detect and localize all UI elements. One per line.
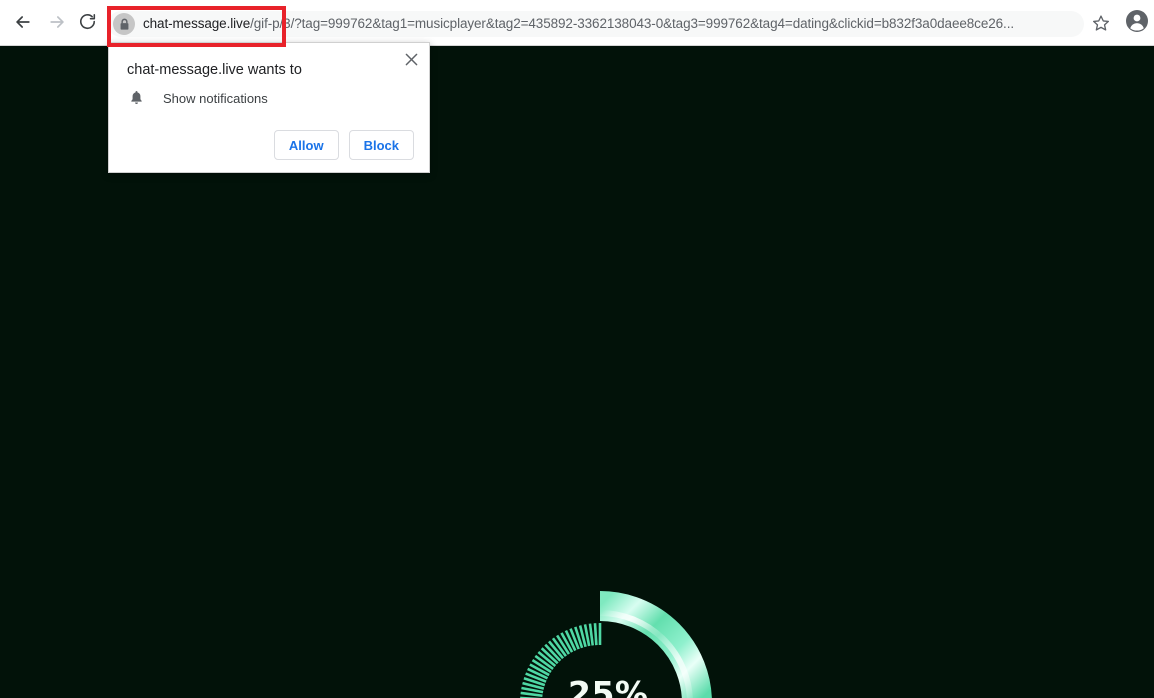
close-button[interactable] [401,51,421,71]
permission-row: Show notifications [127,89,268,107]
reload-icon [78,12,97,34]
arrow-left-icon [13,12,33,35]
url-path: /gif-p/3/?tag=999762&tag1=musicplayer&ta… [250,16,1014,31]
progress-percent-label: 25% [568,674,649,698]
bell-icon [127,89,145,107]
lock-icon[interactable] [113,13,135,35]
arrow-right-icon [47,12,67,35]
dialog-title: chat-message.live wants to [127,62,302,78]
bookmark-button[interactable] [1088,11,1114,37]
dialog-actions: Allow Block [273,130,414,160]
block-button[interactable]: Block [348,130,414,160]
notification-permission-dialog: chat-message.live wants to Show notifica… [108,42,430,173]
url-text: chat-message.live/gif-p/3/?tag=999762&ta… [143,11,1084,37]
permission-label: Show notifications [163,90,268,106]
forward-button[interactable] [44,10,70,36]
allow-button[interactable]: Allow [273,130,339,160]
profile-button[interactable] [1124,9,1150,38]
close-icon [405,53,418,69]
url-origin: chat-message.live [143,16,251,31]
browser-toolbar: chat-message.live/gif-p/3/?tag=999762&ta… [0,0,1154,46]
reload-button[interactable] [74,10,100,36]
address-bar[interactable]: chat-message.live/gif-p/3/?tag=999762&ta… [108,11,1084,37]
account-avatar-icon [1125,9,1149,38]
back-button[interactable] [10,10,36,36]
star-outline-icon [1092,14,1110,35]
loading-progress-ring: 25% [484,492,724,698]
